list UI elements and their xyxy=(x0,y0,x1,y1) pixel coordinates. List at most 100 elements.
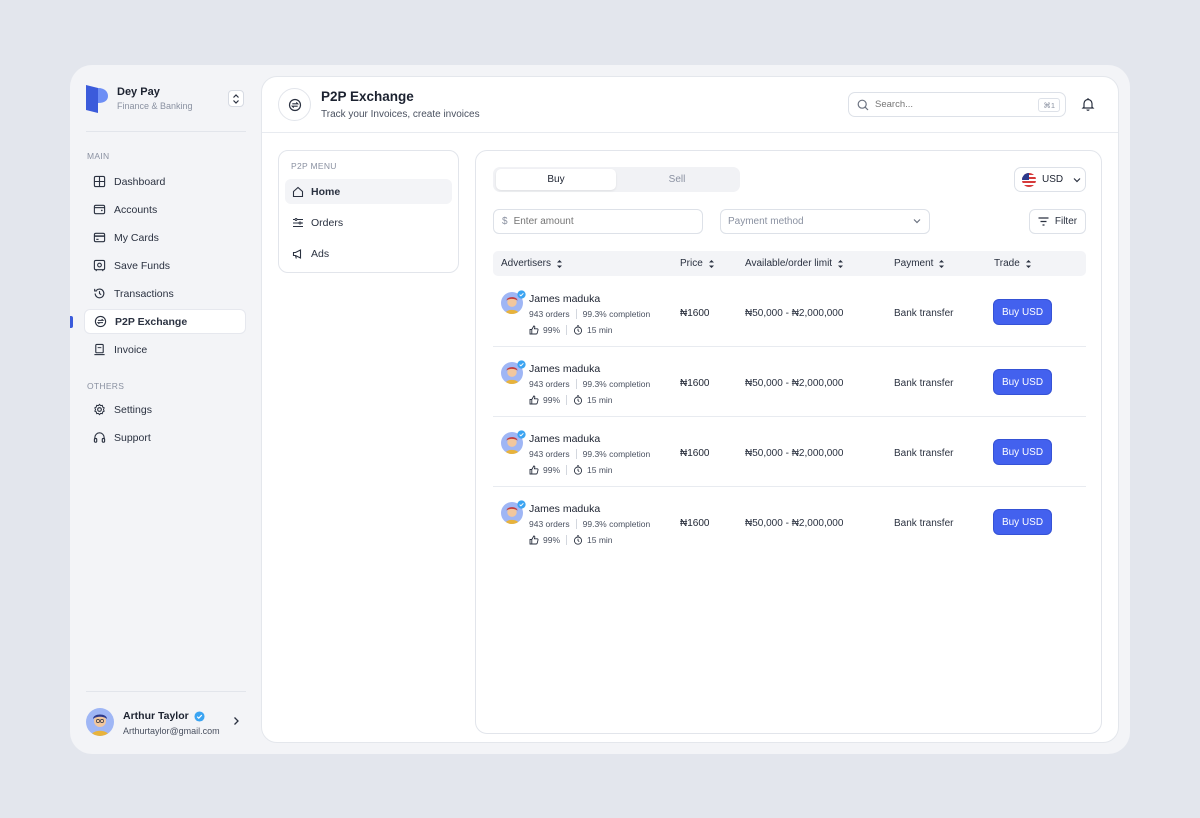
page-subtitle: Track your Invoices, create invoices xyxy=(321,109,480,120)
sidebar-item-label: My Cards xyxy=(114,231,159,244)
order-count: 943 orders xyxy=(529,379,570,389)
avatar xyxy=(86,708,114,736)
filter-icon xyxy=(1038,217,1049,226)
table-header: Advertisers Price Available/order limit … xyxy=(493,251,1086,276)
headset-icon xyxy=(93,432,106,443)
advertiser-name[interactable]: James maduka xyxy=(529,433,600,445)
advertiser-name[interactable]: James maduka xyxy=(529,363,600,375)
advertiser-meta: 943 orders 99.3% completion xyxy=(529,519,650,529)
currency-select[interactable]: USD xyxy=(1014,167,1086,192)
search-shortcut-badge: ⌘1 xyxy=(1038,98,1060,112)
search-box[interactable]: ⌘1 xyxy=(848,92,1066,117)
column-header-price[interactable]: Price xyxy=(680,251,715,276)
thumbs-up-icon xyxy=(529,535,539,545)
column-header-trade[interactable]: Trade xyxy=(994,251,1032,276)
active-indicator xyxy=(70,316,73,328)
p2p-menu: P2P MENU Home Orders Ads xyxy=(278,150,459,273)
table-row: James maduka 943 orders 99.3% completion … xyxy=(493,417,1086,487)
thumbs-up-icon xyxy=(529,465,539,475)
user-email: Arthurtaylor@gmail.com xyxy=(123,726,220,736)
sidebar-item-label: P2P Exchange xyxy=(115,315,188,328)
search-input[interactable] xyxy=(875,99,1025,110)
brand-subtitle: Finance & Banking xyxy=(117,101,193,111)
advertiser-name[interactable]: James maduka xyxy=(529,293,600,305)
p2p-menu-item-label: Home xyxy=(311,185,341,198)
trade-content: Buy Sell USD $ Payment method xyxy=(475,150,1102,734)
tab-buy[interactable]: Buy xyxy=(496,169,616,190)
thumbs-up-icon xyxy=(529,395,539,405)
payment-type: Bank transfer xyxy=(894,378,954,389)
release-time: 15 min xyxy=(587,465,613,475)
release-time: 15 min xyxy=(587,325,613,335)
sidebar-item-transactions[interactable]: Transactions xyxy=(84,281,246,306)
completion-rate: 99.3% completion xyxy=(582,519,651,529)
sort-icon xyxy=(708,259,714,268)
verified-icon xyxy=(194,710,205,722)
dashboard-icon xyxy=(93,175,106,188)
buy-usd-button[interactable]: Buy USD xyxy=(993,439,1052,465)
sidebar-item-save-funds[interactable]: Save Funds xyxy=(84,253,246,278)
table-row: James maduka 943 orders 99.3% completion … xyxy=(493,487,1086,557)
order-limit: ₦50,000 - ₦2,000,000 xyxy=(745,448,844,459)
sort-icon xyxy=(1025,259,1031,268)
p2p-menu-label: P2P MENU xyxy=(291,161,337,171)
p2p-menu-item-label: Ads xyxy=(311,247,330,260)
price: ₦1600 xyxy=(680,448,710,459)
advertiser-meta: 943 orders 99.3% completion xyxy=(529,379,650,389)
advertiser-avatar xyxy=(501,500,526,524)
column-header-advertisers[interactable]: Advertisers xyxy=(501,251,563,276)
sidebar-item-accounts[interactable]: Accounts xyxy=(84,197,246,222)
currency-value: USD xyxy=(1042,174,1064,185)
page-title: P2P Exchange xyxy=(321,89,414,104)
sidebar-item-dashboard[interactable]: Dashboard xyxy=(84,169,246,194)
notifications-button[interactable] xyxy=(1081,97,1095,116)
table-row: James maduka 943 orders 99.3% completion … xyxy=(493,347,1086,417)
tab-sell[interactable]: Sell xyxy=(617,169,737,190)
order-count: 943 orders xyxy=(529,309,570,319)
us-flag-icon xyxy=(1022,172,1036,187)
sidebar-item-label: Save Funds xyxy=(114,259,171,272)
brand: Dey Pay Finance & Banking xyxy=(86,83,244,115)
column-header-limit[interactable]: Available/order limit xyxy=(745,251,844,276)
p2p-menu-item-orders[interactable]: Orders xyxy=(285,210,452,235)
order-count: 943 orders xyxy=(529,519,570,529)
buy-usd-button[interactable]: Buy USD xyxy=(993,299,1052,325)
exchange-icon xyxy=(288,98,301,111)
chevron-down-icon xyxy=(1073,177,1081,182)
buy-usd-button[interactable]: Buy USD xyxy=(993,369,1052,395)
amount-input[interactable] xyxy=(513,216,684,227)
sidebar-item-p2p-exchange[interactable]: P2P Exchange xyxy=(84,309,246,334)
brand-logo-icon xyxy=(86,85,108,113)
timer-icon xyxy=(573,535,583,545)
brand-name: Dey Pay xyxy=(117,86,160,98)
sidebar-item-label: Support xyxy=(114,431,151,444)
user-profile[interactable]: Arthur Taylor Arthurtaylor@gmail.com xyxy=(86,705,244,739)
p2p-menu-item-home[interactable]: Home xyxy=(285,179,452,204)
p2p-menu-item-ads[interactable]: Ads xyxy=(285,241,452,266)
amount-field[interactable]: $ xyxy=(493,209,703,234)
advertiser-name[interactable]: James maduka xyxy=(529,503,600,515)
advertiser-avatar xyxy=(501,430,526,454)
sidebar-divider xyxy=(86,131,246,132)
like-rate: 99% xyxy=(543,395,561,405)
verified-icon xyxy=(517,500,526,509)
buy-usd-button[interactable]: Buy USD xyxy=(993,509,1052,535)
advertiser-stats: 99% 15 min xyxy=(529,465,613,475)
filter-button[interactable]: Filter xyxy=(1029,209,1086,234)
payment-method-placeholder: Payment method xyxy=(728,216,804,227)
sort-icon xyxy=(557,259,563,268)
workspace-switch-button[interactable] xyxy=(228,90,244,107)
release-time: 15 min xyxy=(587,395,613,405)
column-header-label: Trade xyxy=(994,258,1020,269)
column-header-payment[interactable]: Payment xyxy=(894,251,945,276)
payment-method-select[interactable]: Payment method xyxy=(720,209,930,234)
search-icon xyxy=(857,99,869,110)
sidebar-item-invoice[interactable]: Invoice xyxy=(84,337,246,362)
sidebar-item-support[interactable]: Support xyxy=(84,425,246,450)
p2p-menu-item-label: Orders xyxy=(311,216,344,229)
save-funds-icon xyxy=(93,259,106,272)
sidebar-item-my-cards[interactable]: My Cards xyxy=(84,225,246,250)
advertiser-stats: 99% 15 min xyxy=(529,325,613,335)
sidebar-item-settings[interactable]: Settings xyxy=(84,397,246,422)
column-header-label: Price xyxy=(680,258,703,269)
